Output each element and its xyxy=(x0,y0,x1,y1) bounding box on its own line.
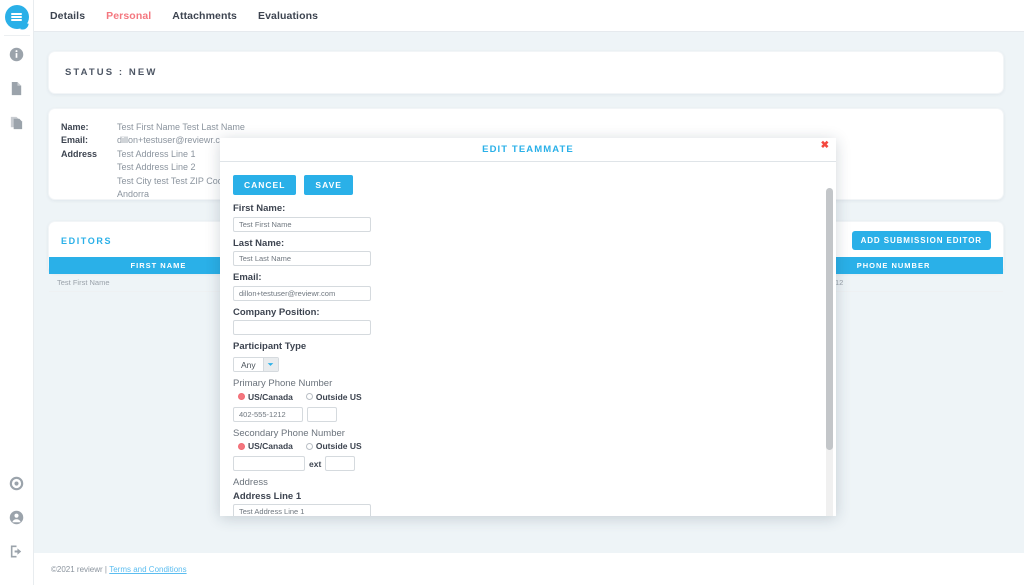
first-name-input[interactable] xyxy=(233,216,371,232)
footer-copyright: ©2021 reviewr | xyxy=(51,564,107,574)
app-window: Details Personal Attachments Evaluations… xyxy=(0,0,1024,585)
secondary-phone-region-radios: US/Canada Outside US xyxy=(238,441,836,451)
sidebar-item-help[interactable] xyxy=(0,469,34,503)
detail-value: dillon+testuser@reviewr.com xyxy=(117,135,233,146)
company-position-label: Company Position: xyxy=(233,306,320,318)
detail-row-name: Name: Test First Name Test Last Name xyxy=(61,121,1003,134)
sidebar-item-copies[interactable] xyxy=(0,108,34,142)
add-submission-editor-button[interactable]: ADD SUBMISSION EDITOR xyxy=(851,231,991,250)
info-circle-icon xyxy=(9,47,24,67)
rail-divider xyxy=(3,35,30,36)
ext-label: ext xyxy=(309,458,322,469)
terms-and-conditions-link[interactable]: Terms and Conditions xyxy=(109,565,186,574)
detail-value: Test First Name Test Last Name xyxy=(117,122,245,132)
chevron-down-icon[interactable] xyxy=(262,358,278,371)
participant-type-label: Participant Type xyxy=(233,341,307,352)
address-group-label: Address xyxy=(233,477,268,488)
participant-type-select[interactable]: Any xyxy=(233,357,279,372)
modal-body: CANCEL SAVE First Name: Last Name: Email… xyxy=(220,162,836,516)
logo-bars-icon xyxy=(11,11,22,22)
primary-radio-us-canada[interactable]: US/Canada xyxy=(238,392,293,402)
radio-label: Outside US xyxy=(315,391,362,402)
sidebar-item-document[interactable] xyxy=(0,74,34,108)
tab-personal[interactable]: Personal xyxy=(106,10,151,22)
radio-label: Outside US xyxy=(315,441,362,451)
detail-value: Test Address Line 1 xyxy=(117,148,196,159)
save-button[interactable]: SAVE xyxy=(304,175,353,195)
primary-phone-input[interactable] xyxy=(233,406,303,422)
scrollbar-thumb[interactable] xyxy=(826,188,833,450)
status-badge: STATUS : NEW xyxy=(65,67,158,78)
secondary-phone-input[interactable] xyxy=(233,456,305,471)
radio-selected-icon xyxy=(238,442,245,450)
last-name-input[interactable] xyxy=(233,251,371,266)
secondary-radio-outside-us[interactable]: Outside US xyxy=(305,441,362,451)
lifebuoy-help-icon xyxy=(9,476,24,496)
primary-phone-ext-input[interactable] xyxy=(307,406,337,422)
secondary-phone-inputs: ext xyxy=(233,456,836,471)
tab-evaluations[interactable]: Evaluations xyxy=(258,10,318,22)
modal-action-buttons: CANCEL SAVE xyxy=(233,175,836,195)
user-account-icon xyxy=(9,510,24,530)
primary-phone-inputs xyxy=(233,406,836,422)
edit-teammate-modal: EDIT TEAMMATE ✖ CANCEL SAVE First Name: … xyxy=(220,138,836,516)
participant-type-value: Any xyxy=(234,358,263,371)
sidebar-item-info[interactable] xyxy=(0,40,34,74)
status-card: STATUS : NEW xyxy=(48,51,1004,94)
reviewr-chat-logo[interactable] xyxy=(4,5,29,29)
detail-label: Email: xyxy=(61,135,89,146)
sidebar-item-account[interactable] xyxy=(0,503,34,537)
document-icon xyxy=(9,81,24,101)
secondary-radio-us-canada[interactable]: US/Canada xyxy=(238,441,293,451)
cancel-button[interactable]: CANCEL xyxy=(233,175,297,195)
close-icon[interactable]: ✖ xyxy=(821,141,829,151)
address-line-1-input[interactable] xyxy=(233,504,371,516)
editors-title: EDITORS xyxy=(61,235,113,246)
copy-documents-icon xyxy=(9,115,24,135)
sidebar-item-logout[interactable] xyxy=(0,537,34,571)
primary-phone-region-radios: US/Canada Outside US xyxy=(238,392,836,402)
secondary-phone-ext-input[interactable] xyxy=(325,456,356,471)
email-label: Email: xyxy=(233,272,262,283)
modal-title: EDIT TEAMMATE xyxy=(482,144,574,155)
tab-attachments[interactable]: Attachments xyxy=(172,10,237,22)
radio-unselected-icon xyxy=(305,442,313,450)
company-position-input[interactable] xyxy=(233,320,371,335)
page-footer: ©2021 reviewr | Terms and Conditions xyxy=(34,553,1024,585)
radio-selected-icon xyxy=(238,393,245,400)
detail-label: Name: xyxy=(61,122,89,132)
email-input[interactable] xyxy=(233,285,371,301)
tab-details[interactable]: Details xyxy=(50,10,85,22)
top-tab-bar: Details Personal Attachments Evaluations xyxy=(34,0,1024,32)
last-name-label: Last Name: xyxy=(233,237,285,249)
radio-label: US/Canada xyxy=(248,391,293,402)
radio-unselected-icon xyxy=(305,393,313,400)
address-line-1-label: Address Line 1 xyxy=(233,490,302,502)
modal-header: EDIT TEAMMATE ✖ xyxy=(220,138,836,162)
first-name-label: First Name: xyxy=(233,203,286,214)
detail-label: Address xyxy=(61,148,98,159)
radio-label: US/Canada xyxy=(248,441,293,451)
modal-scrollbar[interactable] xyxy=(826,188,833,516)
secondary-phone-label: Secondary Phone Number xyxy=(233,427,345,439)
primary-phone-label: Primary Phone Number xyxy=(233,378,333,389)
left-navigation-rail xyxy=(0,0,34,585)
logout-icon xyxy=(9,544,24,564)
rail-bottom-group xyxy=(0,469,34,585)
primary-radio-outside-us[interactable]: Outside US xyxy=(305,391,362,402)
